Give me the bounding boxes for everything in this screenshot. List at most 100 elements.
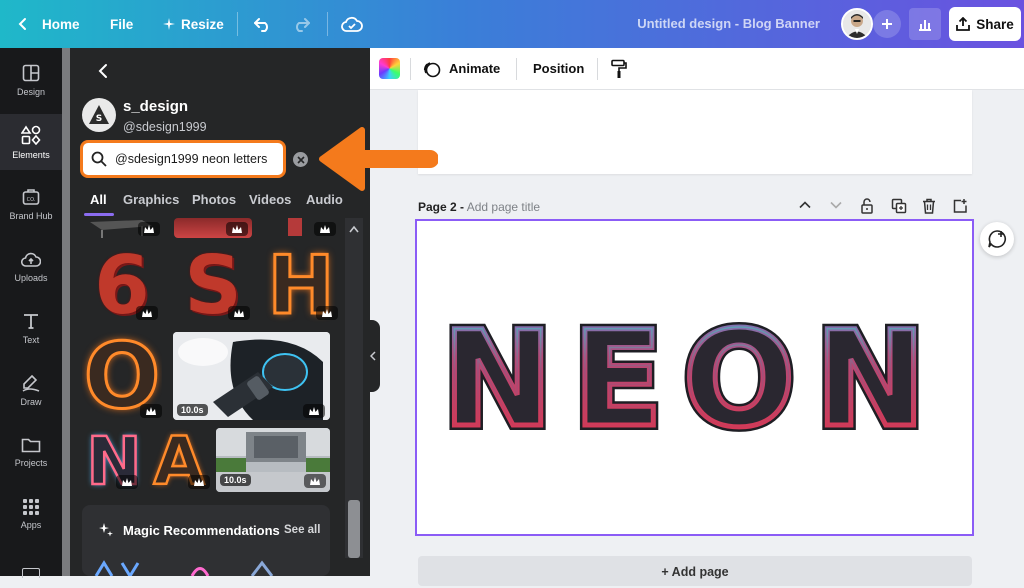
chevron-down-icon[interactable] [829, 198, 843, 216]
document-title[interactable]: Untitled design - Blog Banner [600, 0, 820, 48]
pointer-arrow-annotation [319, 127, 438, 191]
trash-icon[interactable] [922, 198, 936, 216]
panel-edge-scrollbar[interactable] [62, 48, 70, 576]
svg-text:CO.: CO. [27, 197, 36, 203]
divider [237, 12, 238, 36]
user-photo-icon [843, 10, 871, 38]
add-comment-button[interactable] [980, 222, 1014, 256]
page-title-input[interactable]: Add page title [467, 200, 540, 214]
result-tile-video-charger[interactable]: 10.0s [173, 332, 330, 420]
redo-button[interactable] [292, 0, 310, 48]
search-box[interactable] [80, 140, 286, 178]
neon-text-highlight: NEON [442, 303, 945, 457]
home-label: Home [42, 16, 80, 32]
chevron-left-icon [18, 18, 26, 30]
sparkles-icon [98, 522, 114, 543]
upload-icon [956, 17, 971, 31]
rail-label: Projects [14, 457, 48, 468]
color-picker-button[interactable] [379, 58, 400, 79]
back-button[interactable] [96, 62, 110, 85]
neon-text-element[interactable]: NEON NEON NEON [417, 221, 972, 534]
tab-photos[interactable]: Photos [192, 192, 236, 207]
add-collaborator-button[interactable] [873, 10, 901, 38]
paint-roller-icon[interactable] [610, 59, 628, 84]
add-page-icon[interactable] [952, 198, 968, 216]
apps-icon [23, 498, 39, 515]
scroll-up-button[interactable] [349, 220, 359, 238]
account-logo: S [82, 98, 116, 132]
divider [410, 58, 411, 80]
magic-recommendations-card [82, 505, 330, 576]
share-label: Share [976, 16, 1014, 32]
share-button[interactable]: Share [949, 7, 1021, 41]
animate-icon[interactable] [423, 60, 441, 83]
animate-button[interactable]: Animate [449, 48, 500, 90]
home-button[interactable]: Home [16, 0, 80, 48]
see-all-link[interactable]: See all [284, 524, 320, 536]
page-2-canvas[interactable]: NEON NEON NEON [415, 219, 974, 536]
duplicate-icon[interactable] [891, 198, 907, 216]
layout-icon [22, 64, 40, 81]
tab-videos[interactable]: Videos [249, 192, 291, 207]
sparkle-icon [163, 18, 175, 30]
more-icon[interactable] [22, 568, 40, 578]
rail-item-text[interactable]: Text [0, 300, 62, 356]
tab-all[interactable]: All [90, 192, 107, 207]
premium-crown-icon [138, 222, 160, 236]
rail-label: Uploads [14, 272, 48, 283]
tab-graphics[interactable]: Graphics [123, 192, 179, 207]
result-tile-partial[interactable] [174, 218, 252, 238]
rail-label: Elements [12, 149, 50, 160]
active-tab-indicator [84, 213, 114, 216]
neon-preview-strip [94, 560, 274, 576]
divider [327, 12, 328, 36]
rail-item-projects[interactable]: Projects [0, 424, 62, 480]
premium-crown-icon [304, 474, 326, 488]
result-tile-partial[interactable] [82, 218, 162, 238]
folder-icon [21, 438, 41, 452]
bar-chart-icon [919, 20, 931, 31]
top-bar: Home File Resize Untitled design - Blog … [0, 0, 1024, 48]
clear-search-button[interactable] [293, 152, 308, 167]
rail-item-design[interactable]: Design [0, 52, 62, 108]
rail-item-draw[interactable]: Draw [0, 362, 62, 418]
upload-icon [21, 252, 41, 267]
rail-label: Apps [20, 519, 42, 530]
premium-crown-icon [228, 306, 250, 320]
svg-text:S: S [96, 114, 102, 124]
resize-label: Resize [181, 16, 224, 32]
chevron-left-icon [370, 351, 376, 361]
file-menu-button[interactable]: File [110, 0, 133, 48]
rail-label: Brand Hub [9, 210, 53, 221]
scrollbar-thumb[interactable] [348, 500, 360, 558]
premium-crown-icon [116, 475, 138, 489]
resize-button[interactable]: Resize [163, 0, 224, 48]
insights-button[interactable] [909, 8, 941, 40]
chevron-up-icon[interactable] [798, 198, 812, 216]
shapes-icon [21, 125, 41, 145]
rail-item-brand-hub[interactable]: CO. Brand Hub [0, 176, 62, 232]
collapse-panel-button[interactable] [366, 320, 380, 392]
cloud-save-button[interactable] [341, 0, 363, 48]
close-icon [296, 155, 305, 164]
file-label: File [110, 16, 134, 32]
search-input[interactable] [115, 152, 275, 166]
avatar[interactable] [841, 8, 873, 40]
unlock-icon[interactable] [860, 198, 874, 216]
divider [516, 58, 517, 80]
rail-label: Draw [20, 396, 42, 407]
rail-item-elements[interactable]: Elements [0, 114, 62, 170]
tab-audio[interactable]: Audio [306, 192, 343, 207]
page-1-canvas[interactable] [418, 90, 972, 174]
premium-crown-icon [188, 475, 210, 489]
account-name: s_design [123, 98, 189, 115]
add-page-button[interactable]: + Add page [418, 556, 972, 586]
position-button[interactable]: Position [533, 48, 584, 90]
rail-item-uploads[interactable]: Uploads [0, 238, 62, 294]
result-tile-video-building[interactable]: 10.0s [216, 428, 330, 492]
result-tile-partial[interactable] [262, 218, 340, 238]
rail-item-apps[interactable]: Apps [0, 486, 62, 542]
results-grid: 6 S H O 10.0s N A 10.0s [80, 218, 342, 498]
undo-button[interactable] [254, 0, 272, 48]
plus-icon [882, 19, 892, 29]
